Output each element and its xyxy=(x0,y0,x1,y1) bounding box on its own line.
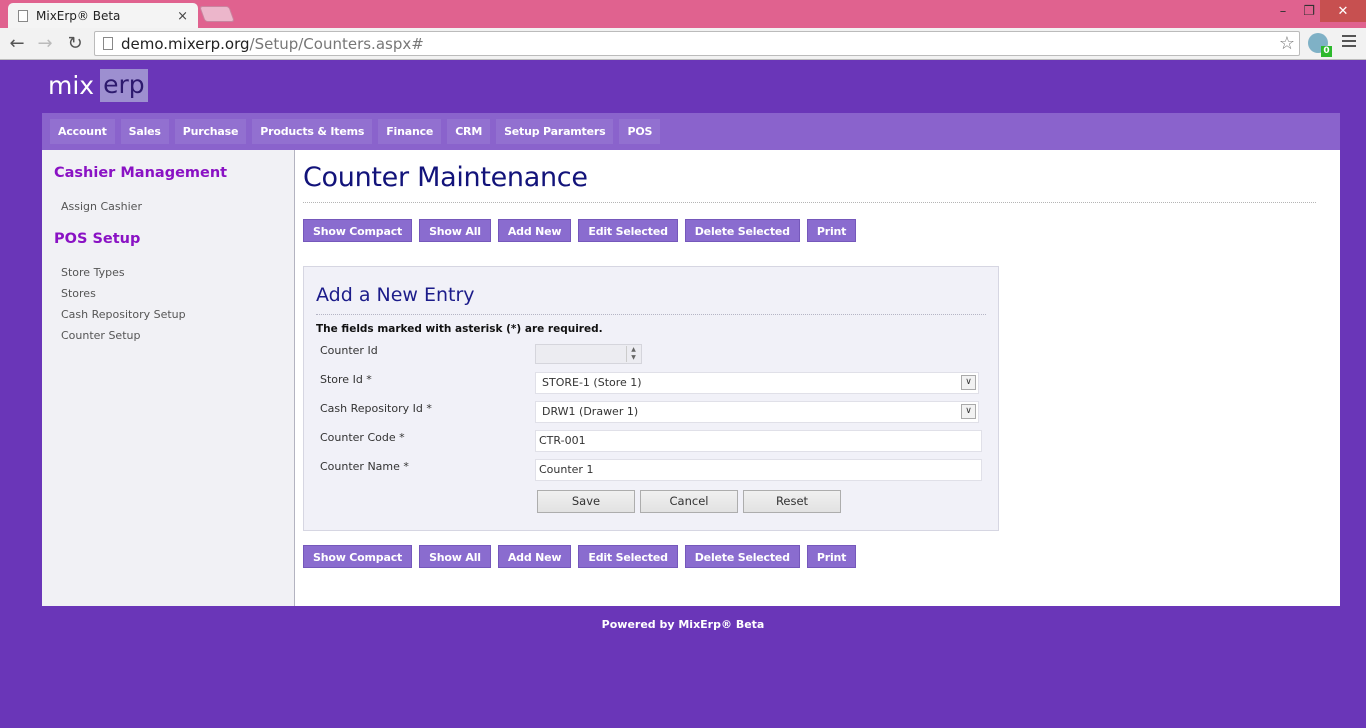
edit-selected-button[interactable]: Edit Selected xyxy=(578,545,678,568)
footer-text: Powered by MixErp® Beta xyxy=(601,618,765,631)
logo-erp: erp xyxy=(100,69,148,102)
spinner-arrows-icon[interactable]: ▲ ▼ xyxy=(626,346,640,362)
store-id-label: Store Id * xyxy=(320,373,372,386)
page-title: Counter Maintenance xyxy=(303,162,588,193)
close-window-button[interactable]: ✕ xyxy=(1320,0,1366,22)
sidebar: Cashier Management Assign Cashier POS Se… xyxy=(42,150,295,606)
browser-titlebar: MixErp® Beta × – ❐ ✕ xyxy=(0,0,1366,29)
nav-purchase[interactable]: Purchase xyxy=(174,119,247,144)
counter-id-input[interactable]: ▲ ▼ xyxy=(535,344,642,364)
cash-repository-id-select[interactable]: DRW1 (Drawer 1) ∨ xyxy=(535,401,979,423)
edit-selected-button[interactable]: Edit Selected xyxy=(578,219,678,242)
extension-badge: 0 xyxy=(1321,46,1332,57)
counter-name-input[interactable]: Counter 1 xyxy=(535,459,982,481)
show-compact-button[interactable]: Show Compact xyxy=(303,219,413,242)
print-button[interactable]: Print xyxy=(806,545,857,568)
sidebar-item-cash-repository-setup[interactable]: Cash Repository Setup xyxy=(61,308,186,321)
address-bar[interactable]: demo.mixerp.org/Setup/Counters.aspx# ☆ xyxy=(94,31,1300,56)
form-divider xyxy=(316,314,986,315)
nav-pos[interactable]: POS xyxy=(619,119,661,144)
title-divider xyxy=(303,202,1316,203)
sidebar-heading-pos-setup: POS Setup xyxy=(54,231,141,247)
logo-mix: mix xyxy=(48,71,95,100)
tab-title: MixErp® Beta xyxy=(36,9,121,23)
save-button[interactable]: Save xyxy=(537,490,635,513)
extension-icon[interactable]: 0 xyxy=(1308,33,1332,57)
store-id-select[interactable]: STORE-1 (Store 1) ∨ xyxy=(535,372,979,394)
cash-repository-id-value: DRW1 (Drawer 1) xyxy=(542,405,639,418)
sidebar-heading-cashier-management: Cashier Management xyxy=(54,165,228,181)
nav-products-items[interactable]: Products & Items xyxy=(252,119,373,144)
show-all-button[interactable]: Show All xyxy=(419,545,491,568)
chevron-down-icon[interactable]: ∨ xyxy=(961,375,976,390)
content-area: Cashier Management Assign Cashier POS Se… xyxy=(42,150,1340,606)
show-all-button[interactable]: Show All xyxy=(419,219,491,242)
browser-tab[interactable]: MixErp® Beta × xyxy=(8,3,198,29)
action-toolbar-top: Show Compact Show All Add New Edit Selec… xyxy=(303,219,857,242)
minimize-button[interactable]: – xyxy=(1270,0,1296,22)
sidebar-item-stores[interactable]: Stores xyxy=(61,287,96,300)
page-icon xyxy=(18,10,28,22)
add-new-button[interactable]: Add New xyxy=(497,219,572,242)
action-toolbar-bottom: Show Compact Show All Add New Edit Selec… xyxy=(303,545,857,568)
new-tab-button[interactable] xyxy=(199,6,235,22)
browser-menu-icon[interactable] xyxy=(1342,35,1356,49)
nav-sales[interactable]: Sales xyxy=(120,119,169,144)
delete-selected-button[interactable]: Delete Selected xyxy=(684,545,800,568)
delete-selected-button[interactable]: Delete Selected xyxy=(684,219,800,242)
add-new-button[interactable]: Add New xyxy=(497,545,572,568)
show-compact-button[interactable]: Show Compact xyxy=(303,545,413,568)
sidebar-item-assign-cashier[interactable]: Assign Cashier xyxy=(61,200,142,213)
counter-name-label: Counter Name * xyxy=(320,460,409,473)
store-id-value: STORE-1 (Store 1) xyxy=(542,376,642,389)
form-title: Add a New Entry xyxy=(316,284,475,306)
counter-code-input[interactable]: CTR-001 xyxy=(535,430,982,452)
page-icon xyxy=(103,37,113,50)
counter-code-label: Counter Code * xyxy=(320,431,405,444)
url-host: demo.mixerp.org xyxy=(121,34,250,53)
browser-toolbar: ← → ↻ demo.mixerp.org/Setup/Counters.asp… xyxy=(0,28,1366,60)
cancel-button[interactable]: Cancel xyxy=(640,490,738,513)
logo[interactable]: mix erp xyxy=(48,69,148,102)
sidebar-item-store-types[interactable]: Store Types xyxy=(61,266,125,279)
back-icon[interactable]: ← xyxy=(6,32,28,54)
chevron-down-icon[interactable]: ∨ xyxy=(961,404,976,419)
maximize-button[interactable]: ❐ xyxy=(1296,0,1322,22)
tab-close-icon[interactable]: × xyxy=(177,9,188,24)
reload-icon[interactable]: ↻ xyxy=(64,32,86,54)
counter-id-label: Counter Id xyxy=(320,344,378,357)
required-note: The fields marked with asterisk (*) are … xyxy=(316,323,603,335)
print-button[interactable]: Print xyxy=(806,219,857,242)
nav-account[interactable]: Account xyxy=(50,119,115,144)
sidebar-item-counter-setup[interactable]: Counter Setup xyxy=(61,329,140,342)
reset-button[interactable]: Reset xyxy=(743,490,841,513)
forward-icon[interactable]: → xyxy=(34,32,56,54)
nav-crm[interactable]: CRM xyxy=(447,119,491,144)
url-path: /Setup/Counters.aspx# xyxy=(249,34,424,53)
cash-repository-id-label: Cash Repository Id * xyxy=(320,402,432,415)
nav-setup-parameters[interactable]: Setup Paramters xyxy=(496,119,614,144)
bookmark-star-icon[interactable]: ☆ xyxy=(1279,33,1295,54)
top-navigation: Account Sales Purchase Products & Items … xyxy=(42,113,1340,150)
nav-finance[interactable]: Finance xyxy=(378,119,442,144)
add-entry-form: Add a New Entry The fields marked with a… xyxy=(303,266,999,531)
